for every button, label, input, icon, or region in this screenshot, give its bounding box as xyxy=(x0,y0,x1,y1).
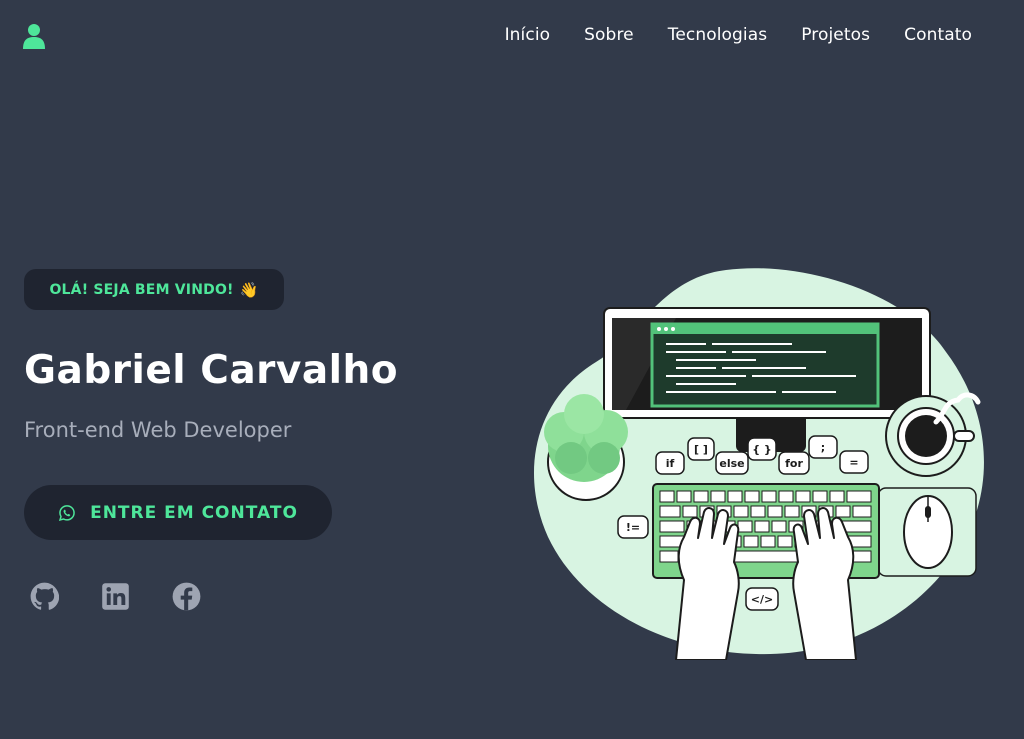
svg-text:else: else xyxy=(719,457,744,470)
bubble-semicolon: ; xyxy=(808,435,838,459)
nav-item-contato[interactable]: Contato xyxy=(904,25,972,45)
github-icon[interactable] xyxy=(30,582,59,611)
developer-desk-illustration: if [ ] else { } for ; = != </> xyxy=(533,268,984,660)
hero-name: Gabriel Carvalho xyxy=(24,348,399,393)
user-logo-icon[interactable] xyxy=(22,23,46,49)
svg-text:for: for xyxy=(785,457,803,470)
hero-role: Front-end Web Developer xyxy=(24,418,292,442)
linkedin-icon[interactable] xyxy=(101,582,130,611)
whatsapp-icon xyxy=(59,504,75,521)
svg-text:!=: != xyxy=(626,521,640,534)
welcome-text: OLÁ! SEJA BEM VINDO! xyxy=(49,281,234,298)
bubble-brackets: [ ] xyxy=(687,437,715,461)
bubble-if: if xyxy=(655,451,685,475)
svg-text:</>: </> xyxy=(751,593,773,606)
bubble-not-equal: != xyxy=(617,515,649,539)
svg-text:;: ; xyxy=(821,441,825,454)
bubble-for: for xyxy=(778,451,810,475)
social-links xyxy=(30,582,201,611)
nav-item-sobre[interactable]: Sobre xyxy=(584,25,634,45)
main-nav: Início Sobre Tecnologias Projetos Contat… xyxy=(505,25,972,45)
nav-item-inicio[interactable]: Início xyxy=(505,25,551,45)
svg-text:=: = xyxy=(849,456,858,469)
svg-text:if: if xyxy=(666,457,675,470)
bubble-braces: { } xyxy=(747,437,777,461)
mouse xyxy=(903,495,953,569)
svg-text:[ ]: [ ] xyxy=(694,443,708,456)
bubble-tag: </> xyxy=(745,587,779,611)
bubble-else: else xyxy=(715,451,749,475)
contact-button[interactable]: ENTRE EM CONTATO xyxy=(24,485,332,540)
facebook-icon[interactable] xyxy=(172,582,201,611)
welcome-badge: OLÁ! SEJA BEM VINDO! 👋 xyxy=(24,269,284,310)
nav-item-tecnologias[interactable]: Tecnologias xyxy=(668,25,768,45)
waving-hand-icon: 👋 xyxy=(239,280,259,299)
nav-item-projetos[interactable]: Projetos xyxy=(801,25,870,45)
svg-text:{ }: { } xyxy=(752,443,772,456)
contact-button-label: ENTRE EM CONTATO xyxy=(90,502,298,523)
bubble-equals: = xyxy=(839,450,869,474)
monitor xyxy=(603,307,931,419)
